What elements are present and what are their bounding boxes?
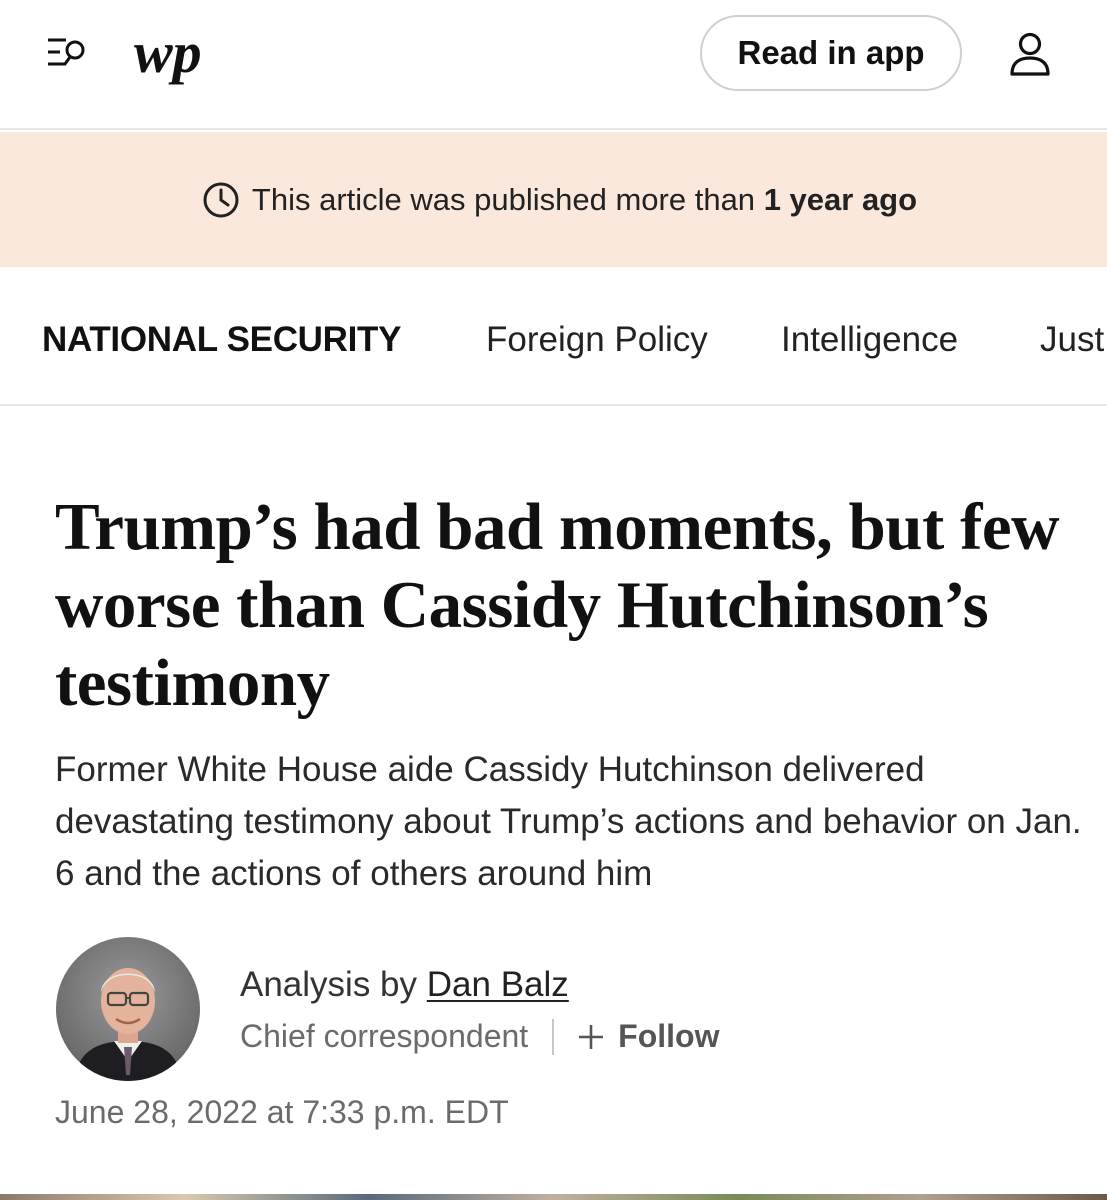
subnav-link-foreign-policy[interactable]: Foreign Policy: [486, 320, 708, 360]
follow-button[interactable]: Follow: [576, 1018, 719, 1055]
published-notice-text: This article was published more than 1 y…: [252, 182, 917, 218]
subnav-section-title[interactable]: NATIONAL SECURITY: [42, 320, 401, 360]
subnav-link-intelligence[interactable]: Intelligence: [781, 320, 958, 360]
menu-search-icon[interactable]: [44, 34, 90, 74]
section-subnav: NATIONAL SECURITY Foreign Policy Intelli…: [0, 268, 1107, 406]
wp-logo[interactable]: wp: [132, 22, 214, 88]
author-role-row: Chief correspondent Follow: [240, 1018, 719, 1055]
author-role: Chief correspondent: [240, 1018, 529, 1054]
publish-timestamp: June 28, 2022 at 7:33 p.m. EDT: [55, 1094, 509, 1130]
clock-icon: [203, 182, 239, 217]
divider: [552, 1018, 555, 1055]
byline: Analysis by Dan Balz: [240, 965, 569, 1005]
subnav-link-justice[interactable]: Just: [1040, 320, 1104, 360]
article-dek: Former White House aide Cassidy Hutchins…: [55, 750, 1082, 893]
top-bar: wp Read in app: [0, 0, 1107, 130]
published-notice-prefix: This article was published more than: [251, 181, 756, 217]
byline-prefix: Analysis by: [240, 965, 418, 1004]
lead-image-edge: [0, 1194, 1107, 1200]
author-link[interactable]: Dan Balz: [427, 965, 569, 1004]
read-in-app-button[interactable]: Read in app: [700, 15, 962, 91]
follow-label: Follow: [618, 1018, 720, 1054]
user-icon[interactable]: [1006, 30, 1054, 78]
published-notice: This article was published more than 1 y…: [202, 181, 917, 219]
published-notice-age: 1 year ago: [763, 181, 918, 217]
logo-text: wp: [134, 22, 202, 85]
published-notice-banner: This article was published more than 1 y…: [0, 132, 1107, 267]
author-avatar[interactable]: [56, 937, 200, 1081]
plus-icon: [579, 1024, 604, 1049]
article-headline: Trump’s had bad moments, but few worse t…: [55, 490, 1060, 720]
